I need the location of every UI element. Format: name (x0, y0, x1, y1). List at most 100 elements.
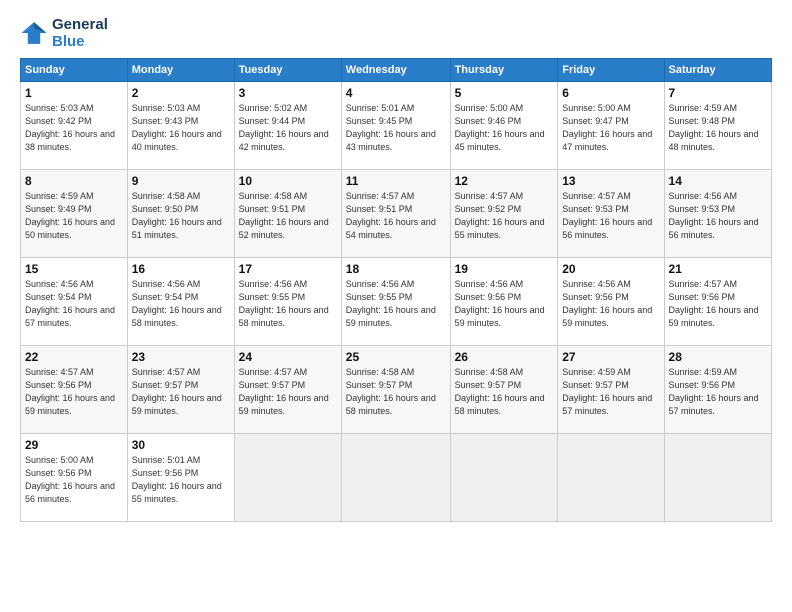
calendar-cell: 27 Sunrise: 4:59 AMSunset: 9:57 PMDaylig… (558, 346, 664, 434)
day-number: 26 (455, 350, 554, 364)
week-row-5: 29 Sunrise: 5:00 AMSunset: 9:56 PMDaylig… (21, 434, 772, 522)
calendar-cell: 18 Sunrise: 4:56 AMSunset: 9:55 PMDaylig… (341, 258, 450, 346)
calendar-table: SundayMondayTuesdayWednesdayThursdayFrid… (20, 58, 772, 522)
day-info: Sunrise: 4:57 AMSunset: 9:53 PMDaylight:… (562, 190, 659, 242)
day-number: 15 (25, 262, 123, 276)
day-number: 23 (132, 350, 230, 364)
calendar-cell (558, 434, 664, 522)
calendar-cell: 17 Sunrise: 4:56 AMSunset: 9:55 PMDaylig… (234, 258, 341, 346)
calendar-cell: 20 Sunrise: 4:56 AMSunset: 9:56 PMDaylig… (558, 258, 664, 346)
day-info: Sunrise: 5:00 AMSunset: 9:47 PMDaylight:… (562, 102, 659, 154)
day-number: 21 (669, 262, 767, 276)
col-header-thursday: Thursday (450, 59, 558, 82)
day-info: Sunrise: 4:57 AMSunset: 9:56 PMDaylight:… (669, 278, 767, 330)
week-row-3: 15 Sunrise: 4:56 AMSunset: 9:54 PMDaylig… (21, 258, 772, 346)
day-info: Sunrise: 4:57 AMSunset: 9:51 PMDaylight:… (346, 190, 446, 242)
day-info: Sunrise: 5:00 AMSunset: 9:46 PMDaylight:… (455, 102, 554, 154)
day-number: 8 (25, 174, 123, 188)
day-info: Sunrise: 4:56 AMSunset: 9:56 PMDaylight:… (455, 278, 554, 330)
week-row-2: 8 Sunrise: 4:59 AMSunset: 9:49 PMDayligh… (21, 170, 772, 258)
day-info: Sunrise: 4:56 AMSunset: 9:55 PMDaylight:… (239, 278, 337, 330)
day-info: Sunrise: 5:00 AMSunset: 9:56 PMDaylight:… (25, 454, 123, 506)
col-header-friday: Friday (558, 59, 664, 82)
logo-icon (20, 19, 48, 47)
day-number: 24 (239, 350, 337, 364)
day-info: Sunrise: 4:58 AMSunset: 9:51 PMDaylight:… (239, 190, 337, 242)
calendar-cell: 25 Sunrise: 4:58 AMSunset: 9:57 PMDaylig… (341, 346, 450, 434)
day-info: Sunrise: 4:59 AMSunset: 9:57 PMDaylight:… (562, 366, 659, 418)
day-number: 4 (346, 86, 446, 100)
day-number: 10 (239, 174, 337, 188)
col-header-sunday: Sunday (21, 59, 128, 82)
day-info: Sunrise: 4:56 AMSunset: 9:56 PMDaylight:… (562, 278, 659, 330)
logo-text: General Blue (52, 16, 108, 50)
logo: General Blue (20, 16, 108, 50)
col-header-monday: Monday (127, 59, 234, 82)
day-info: Sunrise: 4:58 AMSunset: 9:57 PMDaylight:… (455, 366, 554, 418)
day-info: Sunrise: 5:03 AMSunset: 9:42 PMDaylight:… (25, 102, 123, 154)
calendar-body: 1 Sunrise: 5:03 AMSunset: 9:42 PMDayligh… (21, 82, 772, 522)
day-number: 20 (562, 262, 659, 276)
col-header-tuesday: Tuesday (234, 59, 341, 82)
day-number: 28 (669, 350, 767, 364)
day-info: Sunrise: 5:03 AMSunset: 9:43 PMDaylight:… (132, 102, 230, 154)
calendar-cell (450, 434, 558, 522)
calendar-cell: 11 Sunrise: 4:57 AMSunset: 9:51 PMDaylig… (341, 170, 450, 258)
calendar-cell (234, 434, 341, 522)
day-number: 29 (25, 438, 123, 452)
week-row-1: 1 Sunrise: 5:03 AMSunset: 9:42 PMDayligh… (21, 82, 772, 170)
calendar-cell: 30 Sunrise: 5:01 AMSunset: 9:56 PMDaylig… (127, 434, 234, 522)
calendar-cell: 3 Sunrise: 5:02 AMSunset: 9:44 PMDayligh… (234, 82, 341, 170)
day-number: 17 (239, 262, 337, 276)
day-number: 5 (455, 86, 554, 100)
day-number: 2 (132, 86, 230, 100)
calendar-cell: 24 Sunrise: 4:57 AMSunset: 9:57 PMDaylig… (234, 346, 341, 434)
calendar-cell: 10 Sunrise: 4:58 AMSunset: 9:51 PMDaylig… (234, 170, 341, 258)
day-number: 3 (239, 86, 337, 100)
calendar-cell: 7 Sunrise: 4:59 AMSunset: 9:48 PMDayligh… (664, 82, 771, 170)
header: General Blue (20, 16, 772, 50)
day-number: 19 (455, 262, 554, 276)
day-info: Sunrise: 4:56 AMSunset: 9:54 PMDaylight:… (132, 278, 230, 330)
calendar-cell: 13 Sunrise: 4:57 AMSunset: 9:53 PMDaylig… (558, 170, 664, 258)
day-info: Sunrise: 4:56 AMSunset: 9:54 PMDaylight:… (25, 278, 123, 330)
day-number: 14 (669, 174, 767, 188)
day-info: Sunrise: 4:56 AMSunset: 9:53 PMDaylight:… (669, 190, 767, 242)
day-number: 11 (346, 174, 446, 188)
calendar-cell: 23 Sunrise: 4:57 AMSunset: 9:57 PMDaylig… (127, 346, 234, 434)
calendar-cell: 12 Sunrise: 4:57 AMSunset: 9:52 PMDaylig… (450, 170, 558, 258)
day-number: 7 (669, 86, 767, 100)
day-info: Sunrise: 4:57 AMSunset: 9:57 PMDaylight:… (239, 366, 337, 418)
day-number: 27 (562, 350, 659, 364)
calendar-cell: 5 Sunrise: 5:00 AMSunset: 9:46 PMDayligh… (450, 82, 558, 170)
day-number: 18 (346, 262, 446, 276)
calendar-cell: 6 Sunrise: 5:00 AMSunset: 9:47 PMDayligh… (558, 82, 664, 170)
calendar-cell (341, 434, 450, 522)
day-number: 1 (25, 86, 123, 100)
day-info: Sunrise: 5:01 AMSunset: 9:56 PMDaylight:… (132, 454, 230, 506)
day-info: Sunrise: 4:57 AMSunset: 9:56 PMDaylight:… (25, 366, 123, 418)
day-info: Sunrise: 5:01 AMSunset: 9:45 PMDaylight:… (346, 102, 446, 154)
day-info: Sunrise: 4:57 AMSunset: 9:52 PMDaylight:… (455, 190, 554, 242)
day-info: Sunrise: 4:59 AMSunset: 9:49 PMDaylight:… (25, 190, 123, 242)
calendar-cell: 1 Sunrise: 5:03 AMSunset: 9:42 PMDayligh… (21, 82, 128, 170)
calendar-cell: 8 Sunrise: 4:59 AMSunset: 9:49 PMDayligh… (21, 170, 128, 258)
day-number: 22 (25, 350, 123, 364)
calendar-cell: 29 Sunrise: 5:00 AMSunset: 9:56 PMDaylig… (21, 434, 128, 522)
day-info: Sunrise: 4:56 AMSunset: 9:55 PMDaylight:… (346, 278, 446, 330)
calendar-cell: 16 Sunrise: 4:56 AMSunset: 9:54 PMDaylig… (127, 258, 234, 346)
calendar-header-row: SundayMondayTuesdayWednesdayThursdayFrid… (21, 59, 772, 82)
calendar-cell: 26 Sunrise: 4:58 AMSunset: 9:57 PMDaylig… (450, 346, 558, 434)
day-number: 25 (346, 350, 446, 364)
calendar-cell: 9 Sunrise: 4:58 AMSunset: 9:50 PMDayligh… (127, 170, 234, 258)
calendar-cell (664, 434, 771, 522)
calendar-cell: 15 Sunrise: 4:56 AMSunset: 9:54 PMDaylig… (21, 258, 128, 346)
day-number: 12 (455, 174, 554, 188)
day-info: Sunrise: 4:58 AMSunset: 9:57 PMDaylight:… (346, 366, 446, 418)
day-number: 13 (562, 174, 659, 188)
calendar-cell: 14 Sunrise: 4:56 AMSunset: 9:53 PMDaylig… (664, 170, 771, 258)
page: General Blue SundayMondayTuesdayWednesda… (0, 0, 792, 532)
col-header-saturday: Saturday (664, 59, 771, 82)
day-number: 6 (562, 86, 659, 100)
day-number: 30 (132, 438, 230, 452)
